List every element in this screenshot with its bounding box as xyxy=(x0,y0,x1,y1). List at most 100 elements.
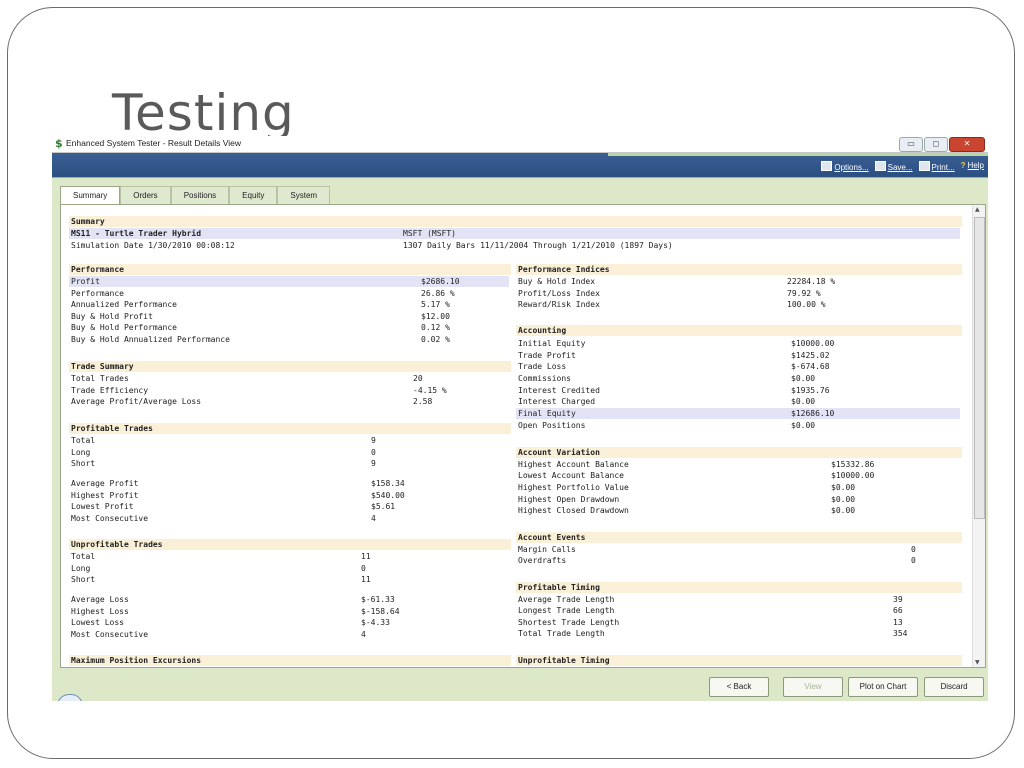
report-value: $10000.00 xyxy=(791,339,835,348)
report-label: Short xyxy=(71,575,96,584)
report-value: 39 xyxy=(893,595,903,604)
report-label: Short xyxy=(71,459,96,468)
report-panel: Summary MS11 - Turtle Trader Hybrid MSFT (… xyxy=(60,204,986,668)
plot-on-chart-button[interactable]: Plot on Chart xyxy=(848,677,918,697)
save-icon xyxy=(874,161,886,171)
report-label: Profit/Loss Index xyxy=(518,288,600,298)
report-label: Average Profit/Average Loss xyxy=(71,397,202,407)
report-value: 2.58 xyxy=(413,397,433,407)
tab-system[interactable]: System xyxy=(277,186,331,204)
bars-range: 1307 Daily Bars 11/11/2004 Through 1/21/… xyxy=(403,241,673,250)
report-value: 11 xyxy=(361,552,371,561)
options-icon xyxy=(821,161,833,171)
printer-icon xyxy=(918,161,930,171)
report-label: Long xyxy=(71,448,91,457)
report-value: $1425.02 xyxy=(791,351,830,360)
report-value: $0.00 xyxy=(791,374,816,383)
report-value: 9 xyxy=(371,459,376,468)
report-label: Highest Open Drawdown xyxy=(518,495,620,504)
discard-button[interactable]: Discard xyxy=(924,677,984,697)
report-value: $12.00 xyxy=(421,311,450,321)
report-value: 11 xyxy=(361,575,371,584)
tab-positions[interactable]: Positions xyxy=(170,186,230,204)
print-label: Print... xyxy=(931,163,955,172)
section-header: Account Variation xyxy=(518,448,600,457)
tab-equity[interactable]: Equity xyxy=(229,186,278,204)
report-label: Interest Credited xyxy=(518,386,600,395)
options-label: Options... xyxy=(834,163,869,172)
options-button[interactable]: Options... xyxy=(821,161,869,172)
section-header: Performance xyxy=(71,265,124,274)
dollar-icon: $ xyxy=(55,137,63,150)
report-label: Most Consecutive xyxy=(71,514,149,523)
report-value: 0 xyxy=(911,556,916,565)
report-label: Lowest Loss xyxy=(71,618,124,627)
back-button[interactable]: < Back xyxy=(709,677,769,697)
report-label: Total xyxy=(71,436,96,445)
report-value: $-674.68 xyxy=(791,362,830,371)
section-header: Profitable Timing xyxy=(518,583,600,592)
scroll-up-icon[interactable]: ▲ xyxy=(975,206,980,213)
report-label: Commissions xyxy=(518,374,571,383)
report-label: Open Positions xyxy=(518,421,586,430)
toolbar-accent xyxy=(608,153,988,156)
report-value: 0 xyxy=(371,448,376,457)
report-value: 9 xyxy=(371,436,376,445)
report-label: Total xyxy=(71,552,96,561)
report-label: Most Consecutive xyxy=(71,630,149,639)
report-value: $12686.10 xyxy=(791,409,835,418)
report-label: Average Trade Length xyxy=(518,595,615,604)
report-value: $1935.76 xyxy=(791,386,830,395)
report-label: Buy & Hold Annualized Performance xyxy=(71,335,230,344)
save-button[interactable]: Save... xyxy=(874,161,913,172)
highlight-row xyxy=(69,228,960,239)
report-value: $-158.64 xyxy=(361,607,400,616)
report-label: Interest Charged xyxy=(518,397,596,406)
report-label: Trade Profit xyxy=(518,351,576,360)
report-label: Margin Calls xyxy=(518,545,576,554)
section-header: Accounting xyxy=(518,326,567,335)
report-label: Buy & Hold Index xyxy=(518,277,596,286)
report-value: -4.15 % xyxy=(413,385,447,395)
slide-title: Testing xyxy=(112,84,295,142)
symbol-label: MSFT (MSFT) xyxy=(403,229,456,238)
tab-orders[interactable]: Orders xyxy=(120,186,171,204)
print-button[interactable]: Print... xyxy=(918,161,955,172)
maximize-button[interactable]: ◻ xyxy=(924,137,948,152)
section-header: Maximum Position Excursions xyxy=(71,656,202,665)
report-value: 22284.18 % xyxy=(787,277,836,286)
report-label: Buy & Hold Profit xyxy=(71,311,153,321)
report-value: $0.00 xyxy=(831,483,856,492)
report-label: Trade Loss xyxy=(518,362,567,371)
report-value: $158.34 xyxy=(371,479,405,488)
question-icon: ? xyxy=(960,161,966,170)
view-button[interactable]: View xyxy=(783,677,843,697)
report-label: Total Trade Length xyxy=(518,629,605,638)
report-value: $-61.33 xyxy=(361,595,395,604)
report-value: 20 xyxy=(413,374,423,383)
tab-summary[interactable]: Summary xyxy=(60,186,121,205)
report-value: 79.92 % xyxy=(787,288,821,298)
report-value: $0.00 xyxy=(831,506,856,515)
report-label: Performance xyxy=(71,288,124,298)
close-button[interactable]: ✕ xyxy=(949,137,985,152)
report-label: Total Trades xyxy=(71,374,129,383)
scroll-thumb[interactable] xyxy=(974,217,985,519)
report-label: Highest Closed Drawdown xyxy=(518,506,629,515)
report-label: Initial Equity xyxy=(518,339,586,348)
report-label: Shortest Trade Length xyxy=(518,618,620,627)
section-header: Unprofitable Timing xyxy=(518,656,610,665)
section-header-band xyxy=(69,264,511,275)
report-label: Average Profit xyxy=(71,479,139,488)
scroll-down-icon[interactable]: ▼ xyxy=(975,659,980,666)
report-value: 100.00 % xyxy=(787,300,826,310)
vertical-scrollbar[interactable]: ▲ ▼ xyxy=(972,205,985,667)
help-button[interactable]: ? Help xyxy=(961,161,984,172)
report-value: $2686.10 xyxy=(421,277,460,286)
section-header: Performance Indices xyxy=(518,265,610,274)
app-window: $ Enhanced System Tester - Result Detail… xyxy=(52,136,988,701)
report-value: 5.17 % xyxy=(421,300,450,310)
minimize-button[interactable]: ▭ xyxy=(899,137,923,152)
report-label: Reward/Risk Index xyxy=(518,300,600,310)
report-label: Highest Loss xyxy=(71,607,129,616)
